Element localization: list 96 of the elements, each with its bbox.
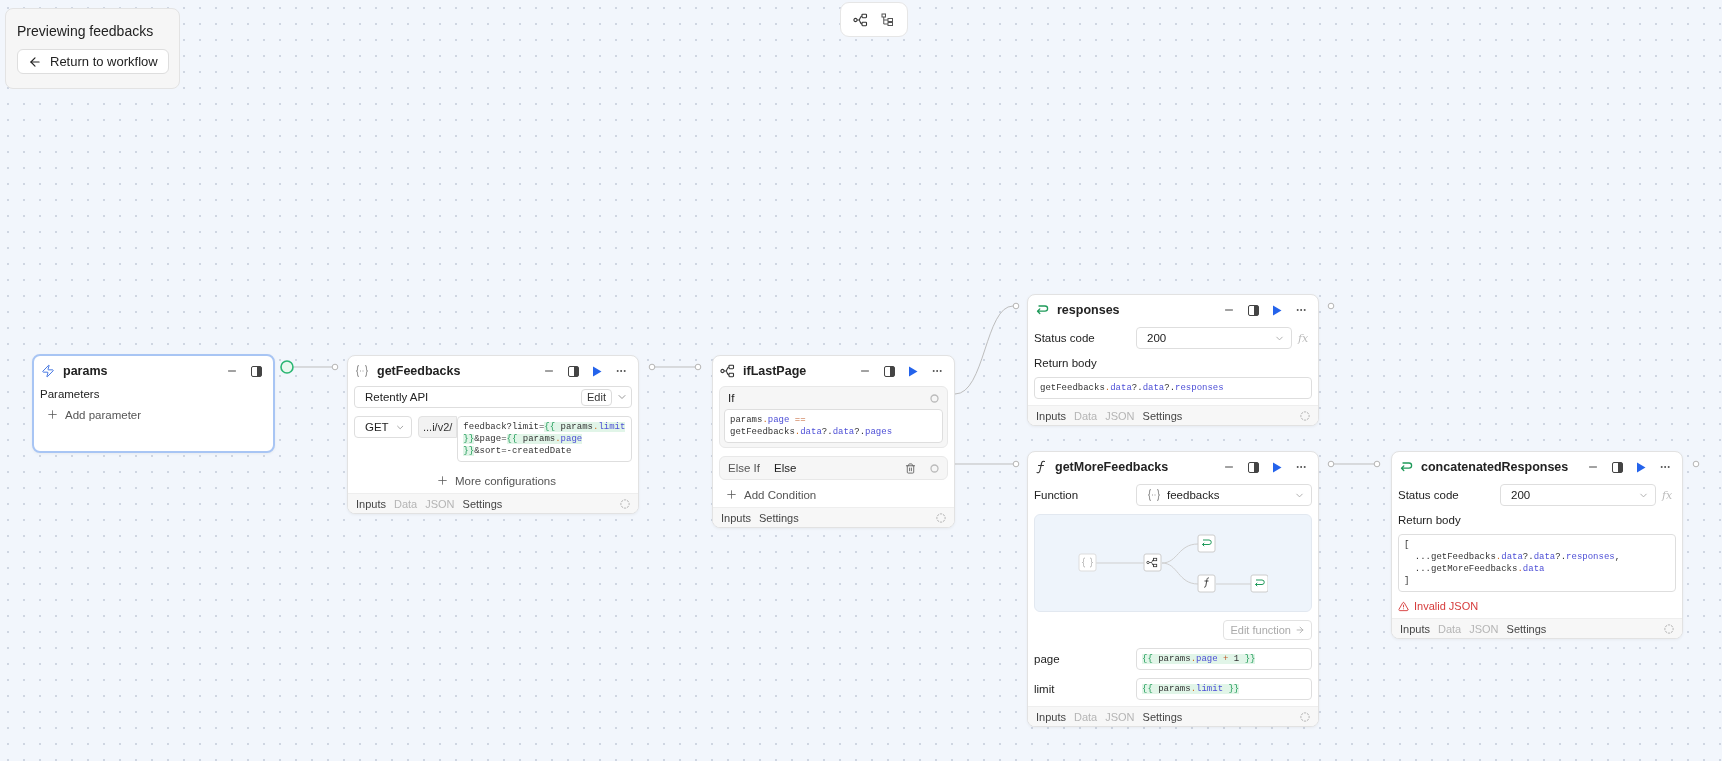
- code-field[interactable]: getFeedbacks.data?.data?.responses: [1034, 377, 1312, 399]
- node-title: getMoreFeedbacks: [1055, 460, 1170, 474]
- tab[interactable]: Inputs: [721, 511, 751, 524]
- return-button[interactable]: Return to workflow: [17, 49, 169, 74]
- return-arrow-icon: [1399, 460, 1413, 474]
- url-prefix: ...i/v2/: [418, 416, 458, 438]
- connector-line: [1333, 463, 1375, 465]
- play-icon: [592, 365, 602, 377]
- connector-line: [293, 366, 333, 368]
- status-code-select[interactable]: 200: [1136, 327, 1292, 349]
- side-panel-icon: [883, 365, 895, 377]
- workflow-node[interactable]: params Parameters Add parameter: [32, 354, 275, 453]
- node-title: getFeedbacks: [377, 364, 462, 378]
- connection-port[interactable]: [1692, 460, 1700, 468]
- play-icon: [908, 365, 918, 377]
- code-field[interactable]: feedback?limit={{ params.limit }}&page={{ params.page }}&sort=-createdDate: [457, 416, 632, 462]
- tab[interactable]: Inputs: [1036, 710, 1066, 723]
- code-field[interactable]: {{ params.limit }}: [1136, 678, 1312, 700]
- code-field[interactable]: [ ...getFeedbacks.data?.data?.responses, ...getMoreFeedbacks.data ]: [1398, 534, 1676, 592]
- preview-title: Previewing feedbacks: [17, 23, 155, 39]
- argument-label: page: [1034, 653, 1061, 665]
- loading-indicator-icon: [620, 498, 630, 509]
- error-message: Invalid JSON: [1398, 600, 1676, 612]
- node-title: responses: [1057, 303, 1121, 317]
- arrow-right-icon: [1295, 625, 1305, 635]
- node-title: ifLastPage: [743, 364, 808, 378]
- node-title: params: [63, 364, 109, 378]
- tab[interactable]: Settings: [1506, 622, 1547, 635]
- resource-select[interactable]: Retently API Edit: [354, 386, 632, 408]
- argument-label: limit: [1034, 683, 1056, 695]
- function-icon: [1035, 460, 1047, 474]
- condition-handle-icon: [930, 393, 939, 403]
- function-select[interactable]: feedbacks: [1136, 484, 1312, 506]
- else-if-label: Else If: [728, 462, 760, 474]
- tab[interactable]: Settings: [1142, 409, 1183, 422]
- method-select[interactable]: GET: [354, 416, 412, 438]
- play-icon: [1272, 304, 1282, 316]
- tab[interactable]: Inputs: [356, 497, 386, 510]
- braces-icon: [1147, 488, 1161, 502]
- plus-icon: [725, 488, 738, 501]
- condition-label: If: [728, 392, 735, 404]
- tab[interactable]: Inputs: [1400, 622, 1430, 635]
- code-field[interactable]: params.page == getFeedbacks.data?.data?.pages: [724, 409, 943, 443]
- side-panel-icon: [1247, 461, 1259, 473]
- status-code-label: Status code: [1034, 332, 1096, 344]
- tree-icon: [881, 12, 894, 27]
- braces-icon: [355, 364, 369, 378]
- else-label: Else: [773, 462, 797, 474]
- connection-port[interactable]: [331, 363, 339, 371]
- tab[interactable]: Inputs: [1036, 409, 1066, 422]
- tab[interactable]: Settings: [462, 497, 503, 510]
- play-icon: [1636, 461, 1646, 473]
- connection-port[interactable]: [694, 363, 702, 371]
- more-configurations-button[interactable]: More configurations: [430, 474, 556, 487]
- tab[interactable]: Settings: [758, 511, 799, 524]
- warning-icon: [1398, 600, 1409, 612]
- loading-indicator-icon: [1300, 410, 1310, 421]
- add-condition-button[interactable]: Add Condition: [719, 488, 817, 501]
- return-body-label: Return body: [1034, 357, 1098, 369]
- connection-port[interactable]: [1012, 460, 1020, 468]
- loading-indicator-icon: [936, 512, 946, 523]
- connection-port[interactable]: [1012, 302, 1020, 310]
- side-panel-icon: [1247, 304, 1259, 316]
- edit-button[interactable]: Edit: [581, 388, 612, 406]
- plus-icon: [436, 474, 449, 487]
- section-label: Parameters: [40, 388, 101, 400]
- loading-indicator-icon: [1664, 623, 1674, 634]
- connector-line: [654, 366, 696, 368]
- status-code-label: Status code: [1398, 489, 1460, 501]
- condition-handle-icon: [930, 463, 939, 473]
- side-panel-icon: [250, 365, 262, 377]
- connection-port[interactable]: [648, 363, 656, 371]
- connection-port[interactable]: [1327, 302, 1335, 310]
- node-title: concatenatedResponses: [1421, 460, 1570, 474]
- trash-icon[interactable]: [905, 462, 916, 474]
- status-code-select[interactable]: 200: [1500, 484, 1656, 506]
- loading-indicator-icon: [1300, 711, 1310, 722]
- connector-line: [954, 463, 1014, 465]
- function-label: Function: [1034, 489, 1080, 501]
- return-body-label: Return body: [1398, 514, 1462, 526]
- add-parameter-button[interactable]: Add parameter: [40, 408, 142, 421]
- connection-port[interactable]: [1327, 460, 1335, 468]
- connection-port[interactable]: [1373, 460, 1381, 468]
- play-icon: [1272, 461, 1282, 473]
- tab[interactable]: Settings: [1142, 710, 1183, 723]
- code-field[interactable]: {{ params.page + 1 }}: [1136, 648, 1312, 670]
- output-handle[interactable]: [280, 360, 294, 374]
- plus-icon: [46, 408, 59, 421]
- return-arrow-icon: [1035, 303, 1049, 317]
- side-panel-icon: [567, 365, 579, 377]
- workflow-node[interactable]: ifLastPage If params.page == getFeedbacks.data?.data?.pages Else If Else Add Condition Inputs Settings: [712, 355, 955, 528]
- lightning-icon: [41, 364, 55, 378]
- branch-icon: [853, 12, 868, 27]
- side-panel-icon: [1611, 461, 1623, 473]
- resource-name: Retently API: [365, 391, 430, 403]
- branch-icon: [720, 364, 735, 378]
